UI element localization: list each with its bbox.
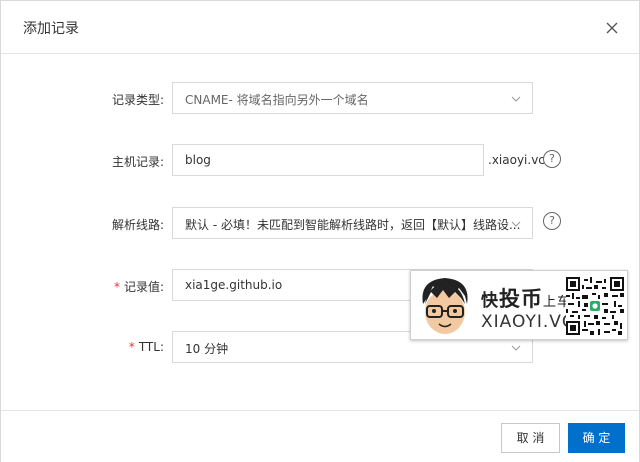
dialog-body: 记录类型: CNAME- 将域名指向另外一个域名 主机记录: blog .xia… <box>1 55 639 409</box>
watermark-subtitle: XIAOYI.VC <box>481 312 575 332</box>
ttl-label: * TTL: <box>4 340 164 354</box>
chevron-down-icon <box>511 345 521 351</box>
record-value-label: * 记录值: <box>4 278 164 295</box>
required-mark: * <box>113 280 120 294</box>
cartoon-face-icon <box>422 278 468 334</box>
close-icon[interactable] <box>602 18 622 38</box>
ttl-value: 10 分钟 <box>185 342 229 356</box>
qr-code-icon <box>566 277 624 335</box>
record-value-value: xia1ge.github.io <box>185 278 283 292</box>
dialog-title: 添加记录 <box>23 21 79 37</box>
line-label: 解析线路: <box>4 216 164 233</box>
ttl-label-text: TTL: <box>138 340 164 354</box>
record-type-value: CNAME- 将域名指向另外一个域名 <box>185 93 369 107</box>
watermark-logo: 快投币上车 XIAOYI.VC <box>410 270 628 340</box>
watermark-title-2: 投币 <box>499 287 543 311</box>
line-value: 默认 - 必填！未匹配到智能解析线路时，返回【默认】线路设... <box>185 218 521 232</box>
record-value-label-text: 记录值: <box>123 280 164 294</box>
watermark-title: 快投币上车 <box>481 283 571 313</box>
chevron-down-icon <box>511 221 521 227</box>
host-record-label: 主机记录: <box>4 153 164 170</box>
record-type-label: 记录类型: <box>4 91 164 108</box>
chevron-down-icon <box>511 96 521 102</box>
host-record-input[interactable]: blog <box>172 144 484 176</box>
host-record-label-text: 主机记录: <box>111 155 164 169</box>
dialog-header: 添加记录 <box>1 1 639 54</box>
line-help-icon[interactable]: ? <box>543 212 561 230</box>
dialog-footer: 取 消 确 定 <box>1 410 639 462</box>
record-type-label-text: 记录类型: <box>111 93 164 107</box>
host-record-value: blog <box>185 153 211 167</box>
domain-suffix: .xiaoyi.vc <box>488 153 545 167</box>
line-label-text: 解析线路: <box>111 218 164 232</box>
ok-button[interactable]: 确 定 <box>568 423 625 453</box>
line-select[interactable]: 默认 - 必填！未匹配到智能解析线路时，返回【默认】线路设... <box>172 207 533 239</box>
record-type-select[interactable]: CNAME- 将域名指向另外一个域名 <box>172 82 533 114</box>
cancel-button[interactable]: 取 消 <box>501 423 560 453</box>
host-help-icon[interactable]: ? <box>543 150 561 168</box>
add-record-dialog: 添加记录 记录类型: CNAME- 将域名指向另外一个域名 主机记录: blog… <box>0 0 640 462</box>
watermark-title-1: 快 <box>481 291 499 311</box>
required-mark: * <box>128 340 135 354</box>
